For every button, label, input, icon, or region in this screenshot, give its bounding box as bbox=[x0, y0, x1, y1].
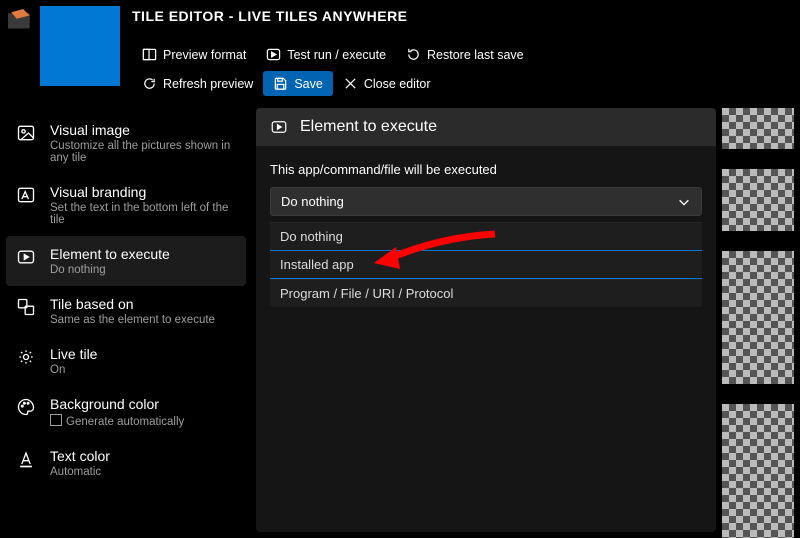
sidebar-item-live-tile[interactable]: Live tile On bbox=[6, 336, 246, 386]
image-icon bbox=[16, 123, 36, 143]
sidebar-item-background-color[interactable]: Background color Generate automatically bbox=[6, 386, 246, 438]
test-run-icon bbox=[266, 47, 281, 62]
save-button[interactable]: Save bbox=[263, 71, 333, 96]
dropdown-option-installed-app[interactable]: Installed app bbox=[270, 250, 702, 279]
sidebar-item-sub: On bbox=[50, 364, 97, 376]
combobox-selected-value: Do nothing bbox=[281, 194, 344, 209]
toolbar-label: Test run / execute bbox=[287, 48, 386, 62]
sidebar-item-sub: Set the text in the bottom left of the t… bbox=[50, 202, 236, 226]
palette-icon bbox=[16, 397, 36, 417]
tile-preview-wide bbox=[722, 251, 794, 385]
sidebar-item-tile-based-on[interactable]: Tile based on Same as the element to exe… bbox=[6, 286, 246, 336]
sidebar-item-title: Text color bbox=[50, 448, 110, 464]
dropdown-option-do-nothing[interactable]: Do nothing bbox=[270, 222, 702, 250]
close-editor-button[interactable]: Close editor bbox=[333, 71, 441, 96]
toolbar: Preview format Test run / execute Restor… bbox=[132, 42, 792, 96]
tile-preview-medium bbox=[722, 169, 794, 231]
restore-icon bbox=[406, 47, 421, 62]
preview-format-button[interactable]: Preview format bbox=[132, 42, 256, 67]
tile-color-preview bbox=[40, 6, 120, 86]
main-panel: Element to execute This app/command/file… bbox=[256, 108, 716, 532]
execute-icon bbox=[270, 118, 288, 136]
toolbar-label: Restore last save bbox=[427, 48, 524, 62]
sidebar-item-title: Visual image bbox=[50, 122, 236, 138]
tile-preview-small bbox=[722, 108, 794, 149]
sidebar-item-sub: Customize all the pictures shown in any … bbox=[50, 140, 236, 164]
field-label: This app/command/file will be executed bbox=[270, 162, 702, 177]
sidebar-item-visual-image[interactable]: Visual image Customize all the pictures … bbox=[6, 112, 246, 174]
window-title: TILE EDITOR - LIVE TILES ANYWHERE bbox=[132, 8, 792, 24]
toolbar-label: Refresh preview bbox=[163, 77, 253, 91]
dropdown-option-program[interactable]: Program / File / URI / Protocol bbox=[270, 279, 702, 307]
sidebar-item-title: Live tile bbox=[50, 346, 97, 362]
toolbar-label: Close editor bbox=[364, 77, 431, 91]
toolbar-label: Preview format bbox=[163, 48, 246, 62]
basedon-icon bbox=[16, 297, 36, 317]
execute-dropdown: Do nothing Installed app Program / File … bbox=[270, 222, 702, 307]
sidebar-item-sub: Generate automatically bbox=[50, 414, 184, 428]
execute-icon bbox=[16, 247, 36, 267]
sidebar-item-text-color[interactable]: Text color Automatic bbox=[6, 438, 246, 488]
sidebar-item-visual-branding[interactable]: Visual branding Set the text in the bott… bbox=[6, 174, 246, 236]
text-color-icon bbox=[16, 449, 36, 469]
sidebar-item-element-to-execute[interactable]: Element to execute Do nothing bbox=[6, 236, 246, 286]
toolbar-label: Save bbox=[294, 77, 323, 91]
branding-icon bbox=[16, 185, 36, 205]
header: TILE EDITOR - LIVE TILES ANYWHERE Previe… bbox=[0, 0, 800, 96]
sidebar-item-sub: Automatic bbox=[50, 466, 110, 478]
restore-button[interactable]: Restore last save bbox=[396, 42, 534, 67]
sidebar-item-sub: Same as the element to execute bbox=[50, 314, 215, 326]
sidebar-item-title: Tile based on bbox=[50, 296, 215, 312]
refresh-preview-button[interactable]: Refresh preview bbox=[132, 71, 263, 96]
refresh-icon bbox=[142, 76, 157, 91]
app-logo-icon bbox=[8, 10, 34, 30]
test-run-button[interactable]: Test run / execute bbox=[256, 42, 396, 67]
tile-preview-column bbox=[722, 102, 800, 538]
close-icon bbox=[343, 76, 358, 91]
panel-title: Element to execute bbox=[300, 118, 437, 136]
tile-preview-large bbox=[722, 404, 794, 538]
panel-header: Element to execute bbox=[256, 108, 716, 146]
chevron-down-icon bbox=[677, 195, 691, 209]
save-icon bbox=[273, 76, 288, 91]
live-icon bbox=[16, 347, 36, 367]
sidebar-item-sub: Do nothing bbox=[50, 264, 170, 276]
sidebar: Visual image Customize all the pictures … bbox=[0, 102, 250, 538]
sidebar-item-title: Element to execute bbox=[50, 246, 170, 262]
sidebar-item-title: Background color bbox=[50, 396, 184, 412]
sidebar-item-title: Visual branding bbox=[50, 184, 236, 200]
execute-combobox[interactable]: Do nothing bbox=[270, 187, 702, 216]
preview-format-icon bbox=[142, 47, 157, 62]
